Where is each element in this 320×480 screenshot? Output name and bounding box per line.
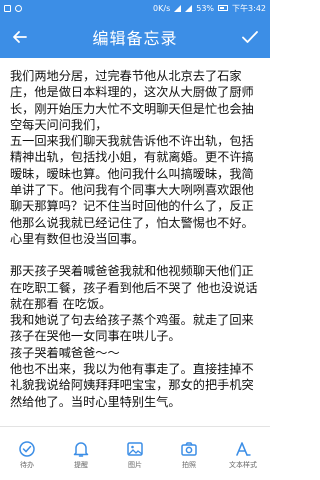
todo-label: 待办: [20, 460, 34, 469]
battery-icon: [218, 5, 229, 11]
status-bar: 0K/s 53% 下午3:42: [0, 0, 270, 16]
signal-icon: [174, 4, 182, 12]
note-paragraph-1[interactable]: 我们两地分居，过完春节他从北京去了石家庄，他是做日本料理的，这次从大厨做了厨师长…: [10, 68, 262, 133]
bell-icon: [73, 441, 89, 457]
image-icon: [127, 441, 143, 456]
todo-button[interactable]: 待办: [4, 440, 50, 470]
back-button[interactable]: [8, 25, 32, 49]
back-arrow-icon: [13, 31, 27, 43]
clock: 下午3:42: [232, 3, 266, 13]
note-paragraph-3[interactable]: 那天孩子哭着喊爸爸我就和他视频聊天他们正在吃职工餐，孩子看到他后不哭了 他也没说…: [10, 263, 262, 312]
note-editor[interactable]: 我们两地分居，过完春节他从北京去了石家庄，他是做日本料理的，这次从大厨做了厨师长…: [0, 58, 270, 424]
image-button[interactable]: 图片: [112, 440, 158, 470]
note-paragraph-4[interactable]: 我和她说了句去给孩子蒸个鸡蛋。就走了回来孩子在哭他一女同事在哄儿子。: [10, 312, 262, 345]
note-paragraph-6[interactable]: 他也不出来，我以为他有事走了。直接挂掉不礼貌我说给阿姨拜拜吧宝宝，那女的把手机突…: [10, 361, 262, 410]
notification-icon: [4, 4, 11, 12]
title-bar: 编辑备忘录: [0, 16, 270, 58]
network-speed: 0K/s: [153, 3, 171, 13]
save-button[interactable]: [238, 25, 262, 49]
note-paragraph-5[interactable]: 孩子哭着喊爸爸～～: [10, 345, 262, 361]
text-style-icon: [236, 441, 251, 456]
text-style-button[interactable]: 文本样式: [220, 440, 266, 470]
camera-button[interactable]: 拍照: [166, 440, 212, 470]
checklist-icon: [19, 440, 35, 457]
image-label: 图片: [128, 460, 142, 469]
camera-label: 拍照: [182, 460, 196, 469]
page-title: 编辑备忘录: [92, 29, 178, 48]
status-right: 0K/s 53% 下午3:42: [153, 3, 266, 14]
app-icon: [15, 4, 22, 12]
signal-icon-2: [185, 4, 193, 12]
reminder-button[interactable]: 提醒: [58, 440, 104, 470]
status-left: [4, 4, 22, 12]
camera-icon: [181, 441, 197, 456]
reminder-label: 提醒: [74, 460, 88, 469]
note-paragraph-2[interactable]: 五一回来我们聊天我就告诉他不许出轨，包括精神出轨，包括找小姐，有就离婚。更不许搞…: [10, 133, 262, 247]
check-icon: [242, 31, 258, 43]
text-style-label: 文本样式: [229, 460, 257, 469]
battery-percent: 53%: [196, 3, 215, 13]
bottom-toolbar: 待办 提醒 图片 拍照 文本样式: [0, 426, 270, 480]
